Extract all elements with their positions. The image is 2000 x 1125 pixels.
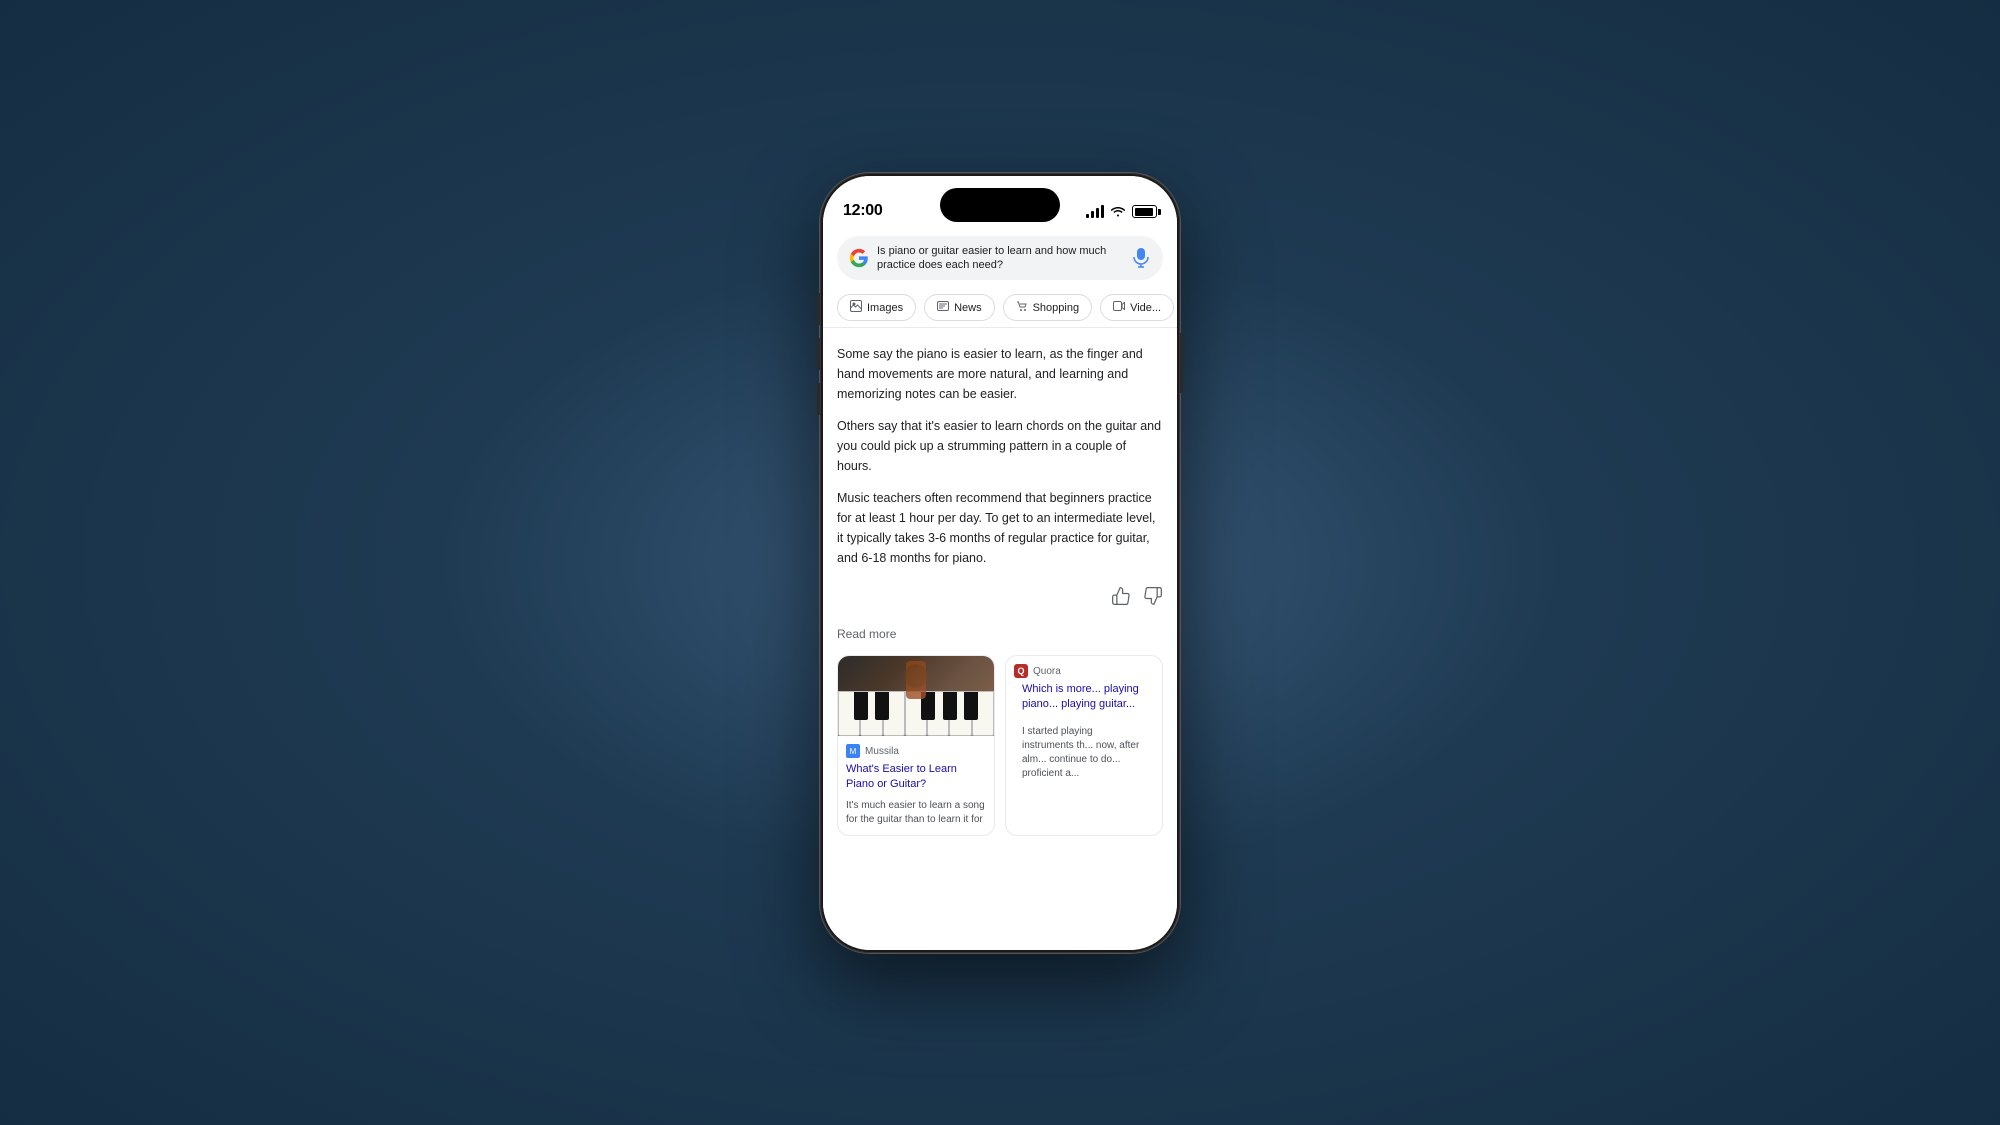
result-card-mussila[interactable]: M Mussila What's Easier to Learn Piano o…	[837, 655, 995, 836]
thumbs-down-button[interactable]	[1143, 586, 1163, 611]
card-image-piano-guitar	[838, 656, 994, 736]
search-query-text[interactable]: Is piano or guitar easier to learn and h…	[877, 244, 1123, 273]
volume-up-button	[817, 293, 820, 325]
dynamic-island	[940, 188, 1060, 222]
quora-card-content: Which is more... playing piano... playin…	[1006, 682, 1162, 789]
quora-card-snippet: I started playing instruments th... now,…	[1014, 725, 1154, 789]
tab-images[interactable]: Images	[837, 294, 916, 321]
quora-card-title[interactable]: Which is more... playing piano... playin…	[1014, 682, 1154, 719]
silent-switch	[817, 383, 820, 415]
feedback-row	[837, 582, 1163, 611]
tab-videos[interactable]: Vide...	[1100, 294, 1174, 321]
read-more-link[interactable]: Read more	[837, 625, 1163, 641]
status-icons	[1086, 204, 1158, 220]
wifi-icon	[1110, 204, 1126, 220]
search-input-container[interactable]: Is piano or guitar easier to learn and h…	[837, 236, 1163, 281]
quora-card-header: Q Quora	[1006, 656, 1162, 682]
power-button	[1180, 333, 1183, 393]
mussila-card-title[interactable]: What's Easier to Learn Piano or Guitar?	[838, 762, 994, 799]
thumbs-up-button[interactable]	[1111, 586, 1131, 611]
ai-answer-section: Some say the piano is easier to learn, a…	[837, 344, 1163, 568]
tab-news-label: News	[954, 302, 982, 314]
shopping-tab-icon	[1016, 300, 1028, 315]
main-content: Some say the piano is easier to learn, a…	[823, 328, 1177, 949]
tab-shopping[interactable]: Shopping	[1003, 294, 1093, 321]
tab-videos-label: Vide...	[1130, 302, 1161, 314]
news-tab-icon	[937, 300, 949, 315]
battery-icon	[1132, 205, 1157, 218]
mussila-source-name: Mussila	[865, 746, 899, 757]
filter-tabs: Images News Shopping	[823, 288, 1177, 328]
result-card-quora[interactable]: Q Quora Which is more... playing piano..…	[1005, 655, 1163, 836]
result-cards: M Mussila What's Easier to Learn Piano o…	[837, 655, 1163, 836]
phone-frame: 12:00	[820, 173, 1180, 953]
signal-icon	[1086, 205, 1105, 218]
phone-screen: 12:00	[823, 176, 1177, 950]
quora-source-name: Quora	[1033, 666, 1061, 677]
tab-shopping-label: Shopping	[1033, 302, 1080, 314]
google-logo	[849, 248, 869, 268]
tab-news[interactable]: News	[924, 294, 995, 321]
volume-down-button	[817, 338, 820, 370]
images-tab-icon	[850, 300, 862, 315]
tab-images-label: Images	[867, 302, 903, 314]
mussila-favicon: M	[846, 744, 860, 758]
card-source-mussila: M Mussila	[838, 736, 994, 762]
quora-favicon: Q	[1014, 664, 1028, 678]
ai-paragraph-1: Some say the piano is easier to learn, a…	[837, 344, 1163, 404]
phone-device: 12:00	[820, 173, 1180, 953]
ai-paragraph-3: Music teachers often recommend that begi…	[837, 488, 1163, 568]
status-time: 12:00	[843, 202, 882, 220]
search-bar[interactable]: Is piano or guitar easier to learn and h…	[823, 228, 1177, 289]
microphone-icon[interactable]	[1131, 248, 1151, 268]
videos-tab-icon	[1113, 300, 1125, 315]
ai-paragraph-2: Others say that it's easier to learn cho…	[837, 416, 1163, 476]
mussila-card-snippet: It's much easier to learn a song for the…	[838, 799, 994, 835]
